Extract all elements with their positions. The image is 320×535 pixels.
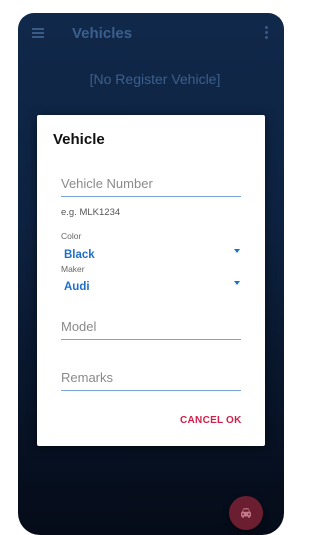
menu-icon[interactable]	[32, 28, 44, 38]
dropdown-arrow-icon	[234, 281, 240, 285]
vehicle-number-input[interactable]	[61, 172, 241, 197]
maker-select-value: Audi	[64, 281, 90, 293]
app-title: Vehicles	[72, 25, 133, 42]
add-vehicle-fab[interactable]	[229, 496, 263, 530]
app-bar: Vehicles	[18, 13, 284, 55]
maker-select[interactable]: Audi	[64, 277, 240, 293]
vehicle-dialog: Vehicle e.g. MLK1234 Color Black Maker A…	[37, 115, 265, 446]
vehicle-number-hint: e.g. MLK1234	[61, 207, 121, 218]
color-select[interactable]: Black	[64, 245, 240, 261]
remarks-input[interactable]	[61, 366, 241, 391]
color-label: Color	[61, 231, 82, 241]
dropdown-arrow-icon	[234, 249, 240, 253]
cancel-button[interactable]: CANCEL	[180, 415, 223, 426]
color-select-value: Black	[64, 249, 95, 261]
car-icon	[241, 508, 251, 518]
empty-list-message: [No Register Vehicle]	[89, 71, 221, 87]
phone-screen: Vehicles [No Register Vehicle] Vehicle e…	[18, 13, 284, 535]
maker-label: Maker	[61, 264, 85, 274]
model-input[interactable]	[61, 315, 241, 340]
dialog-title: Vehicle	[53, 131, 105, 148]
ok-button[interactable]: OK	[226, 415, 242, 426]
more-vert-icon[interactable]	[265, 26, 268, 40]
